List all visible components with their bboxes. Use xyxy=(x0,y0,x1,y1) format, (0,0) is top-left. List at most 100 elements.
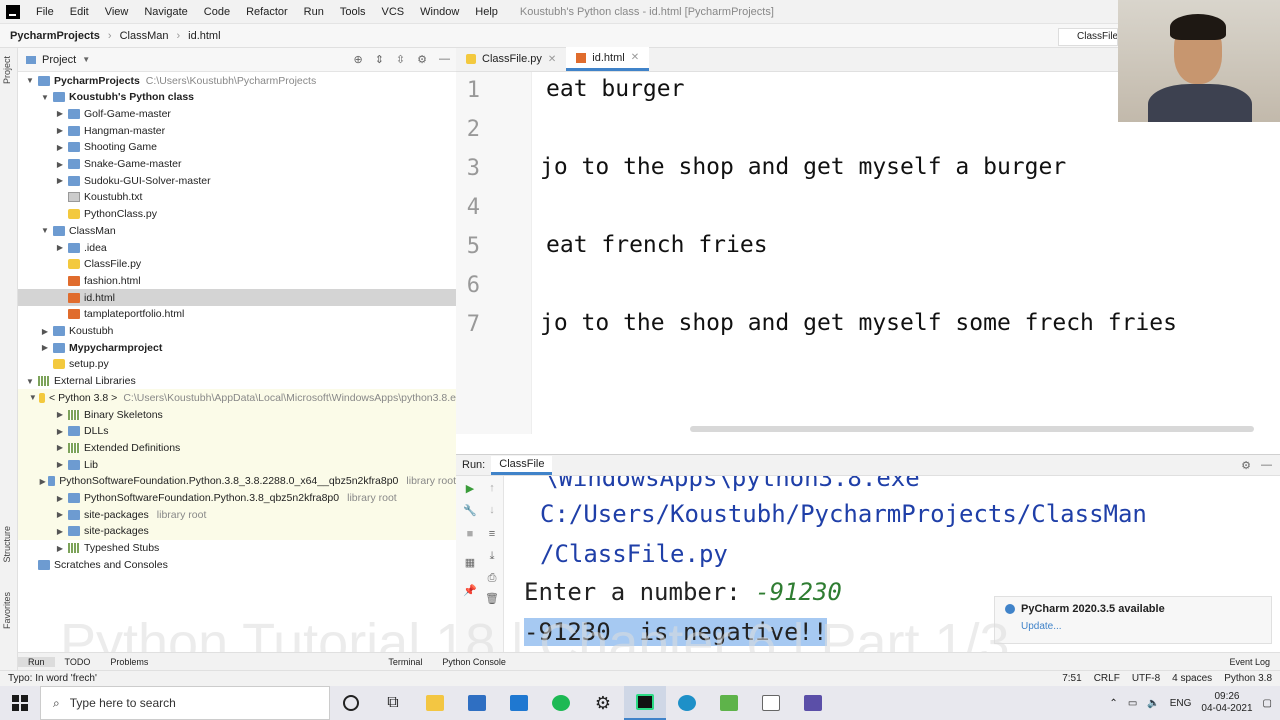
breadcrumb-folder[interactable]: ClassMan xyxy=(116,30,173,42)
tree-item[interactable]: ▶ site-packages xyxy=(18,522,456,540)
hide-icon[interactable]: — xyxy=(439,53,450,66)
tool-tab-terminal[interactable]: Terminal xyxy=(378,657,432,667)
chevron-right-icon[interactable]: ▶ xyxy=(54,460,66,469)
file-explorer-icon[interactable] xyxy=(414,686,456,720)
tree-item[interactable]: ClassFile.py xyxy=(18,256,456,273)
tree-item[interactable]: ▶ Snake-Game-master xyxy=(18,156,456,173)
spotify-icon[interactable] xyxy=(540,686,582,720)
menu-run[interactable]: Run xyxy=(296,6,332,18)
side-tab-project[interactable]: Project xyxy=(2,56,12,84)
tree-item[interactable]: ▼ < Python 3.8 > C:\Users\Koustubh\AppData… xyxy=(18,389,456,407)
network-icon[interactable]: ▭ xyxy=(1128,698,1137,709)
tree-item[interactable]: ▶ Extended Definitions xyxy=(18,439,456,457)
status-line-separator[interactable]: CRLF xyxy=(1094,673,1120,684)
tree-item[interactable]: ▶ Typeshed Stubs xyxy=(18,540,456,557)
chevron-right-icon[interactable]: ▶ xyxy=(54,427,66,436)
gear-icon[interactable]: ⚙ xyxy=(417,53,427,66)
side-tab-favorites[interactable]: Favorites xyxy=(2,592,12,629)
tree-item[interactable]: tamplateportfolio.html xyxy=(18,306,456,323)
chevron-right-icon[interactable]: ▶ xyxy=(54,243,66,252)
tree-item[interactable]: ▶ PythonSoftwareFoundation.Python.3.8_3.8… xyxy=(18,472,456,490)
code-line[interactable]: eat burger xyxy=(546,76,684,102)
task-view-icon[interactable]: ⧉ xyxy=(372,686,414,720)
chevron-down-icon[interactable]: ▼ xyxy=(24,377,36,386)
tree-item[interactable]: ▶ site-packages library root xyxy=(18,506,456,524)
scroll-end-icon[interactable]: ⤓ xyxy=(484,550,500,564)
tree-item[interactable]: ▼ External Libraries xyxy=(18,373,456,390)
tab-classfile-py[interactable]: ClassFile.py ✕ xyxy=(456,47,566,71)
menu-file[interactable]: File xyxy=(28,6,62,18)
pin-icon[interactable]: 📌 xyxy=(462,584,478,598)
tree-item[interactable]: ▼ ClassMan xyxy=(18,222,456,239)
tree-item[interactable]: ▶ Hangman-master xyxy=(18,122,456,139)
mail-icon[interactable] xyxy=(498,686,540,720)
code-line[interactable]: jo to the shop and get myself some frech… xyxy=(540,310,1177,336)
tree-item[interactable]: PythonClass.py xyxy=(18,206,456,223)
chevron-right-icon[interactable]: ▶ xyxy=(54,410,66,419)
app-icon[interactable] xyxy=(708,686,750,720)
tree-item[interactable]: ▶ Mypycharmproject xyxy=(18,339,456,356)
side-tab-structure[interactable]: Structure xyxy=(2,526,12,563)
tool-tab-event-log[interactable]: Event Log xyxy=(1219,657,1280,667)
stop-icon[interactable]: ■ xyxy=(462,528,478,542)
chevron-right-icon[interactable]: ▶ xyxy=(54,160,66,169)
soft-wrap-icon[interactable]: ≡ xyxy=(484,528,500,542)
menu-view[interactable]: View xyxy=(97,6,137,18)
project-panel-title[interactable]: Project xyxy=(42,54,76,66)
collapse-all-icon[interactable]: ⇳ xyxy=(396,53,405,66)
status-encoding[interactable]: UTF-8 xyxy=(1132,673,1160,684)
tree-item[interactable]: Koustubh.txt xyxy=(18,189,456,206)
store-icon[interactable] xyxy=(456,686,498,720)
close-icon[interactable]: ✕ xyxy=(548,54,556,65)
chevron-up-icon[interactable]: ⌃ xyxy=(1109,698,1117,709)
menu-refactor[interactable]: Refactor xyxy=(238,6,296,18)
tree-item[interactable]: ▶ .idea xyxy=(18,239,456,256)
play-icon[interactable]: ▶ xyxy=(462,482,478,496)
hide-icon[interactable]: — xyxy=(1261,459,1280,471)
wrench-icon[interactable]: 🔧 xyxy=(462,504,478,518)
gear-icon[interactable]: ⚙ xyxy=(1241,459,1261,472)
code-line[interactable]: jo to the shop and get myself a burger xyxy=(540,154,1066,180)
chevron-down-icon[interactable]: ▼ xyxy=(39,226,51,235)
menu-navigate[interactable]: Navigate xyxy=(136,6,195,18)
tree-item[interactable]: ▼ PycharmProjects C:\Users\Koustubh\Pychar… xyxy=(18,72,456,89)
tree-item[interactable]: ▶ PythonSoftwareFoundation.Python.3.8_qbz… xyxy=(18,489,456,507)
chevron-right-icon[interactable]: ▶ xyxy=(39,327,51,336)
chevron-down-icon[interactable]: ▼ xyxy=(29,393,37,402)
breadcrumb-file[interactable]: id.html xyxy=(184,30,224,42)
language-indicator[interactable]: ENG xyxy=(1170,698,1192,709)
layout-icon[interactable]: ▦ xyxy=(462,556,478,570)
arrow-up-icon[interactable]: ↑ xyxy=(484,482,500,496)
tree-item[interactable]: ▶ Binary Skeletons xyxy=(18,406,456,423)
update-link[interactable]: Update... xyxy=(1021,621,1261,632)
trash-icon[interactable]: 🗑 xyxy=(484,592,500,606)
tab-id-html[interactable]: id.html ✕ xyxy=(566,47,650,71)
taskbar-search[interactable]: ⌕ Type here to search xyxy=(40,686,330,720)
code-line[interactable]: eat french fries xyxy=(546,232,768,258)
run-config-selector[interactable]: ClassFile xyxy=(1058,28,1118,46)
tree-item[interactable]: ▶ Shooting Game xyxy=(18,139,456,156)
tree-item[interactable]: ▶ Koustubh xyxy=(18,323,456,340)
tool-tab-python-console[interactable]: Python Console xyxy=(432,657,516,667)
edge-icon[interactable] xyxy=(666,686,708,720)
tree-item[interactable]: setup.py xyxy=(18,356,456,373)
locate-icon[interactable]: ⊕ xyxy=(353,53,362,66)
arrow-down-icon[interactable]: ↓ xyxy=(484,504,500,518)
status-interpreter[interactable]: Python 3.8 xyxy=(1224,673,1272,684)
chevron-right-icon[interactable]: ▶ xyxy=(54,443,66,452)
update-notification[interactable]: PyCharm 2020.3.5 available Update... xyxy=(994,596,1272,644)
chevron-down-icon[interactable]: ▼ xyxy=(82,55,90,64)
settings-icon[interactable]: ⚙ xyxy=(582,686,624,720)
run-tab-classfile[interactable]: ClassFile xyxy=(491,455,553,475)
status-position[interactable]: 7:51 xyxy=(1062,673,1081,684)
expand-all-icon[interactable]: ⇕ xyxy=(375,53,384,66)
tree-item[interactable]: id.html xyxy=(18,289,456,307)
chevron-right-icon[interactable]: ▶ xyxy=(54,143,66,152)
tool-tab-run[interactable]: Run xyxy=(18,656,55,667)
cortana-icon[interactable] xyxy=(330,686,372,720)
menu-window[interactable]: Window xyxy=(412,6,467,18)
tree-item[interactable]: ▶ DLLs xyxy=(18,422,456,440)
chevron-right-icon[interactable]: ▶ xyxy=(54,176,66,185)
chevron-right-icon[interactable]: ▶ xyxy=(39,477,46,486)
menu-code[interactable]: Code xyxy=(196,6,238,18)
